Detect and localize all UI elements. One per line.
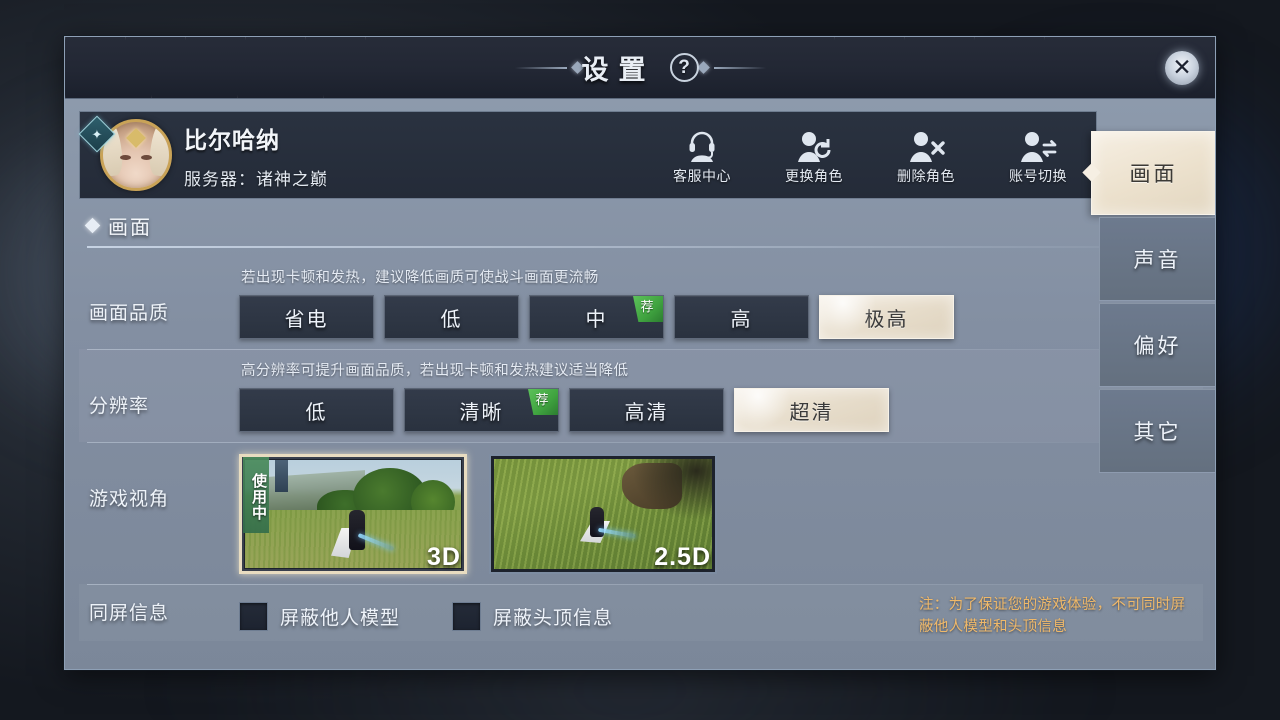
server-name: 服务器：诸神之巅 (184, 165, 328, 190)
checkbox-box[interactable] (452, 602, 481, 631)
character-name: 比尔哈纳 (184, 121, 328, 155)
option-resolution-3[interactable]: 超清 (734, 388, 889, 432)
close-icon: ✕ (1172, 56, 1191, 79)
option-label: 极高 (865, 303, 909, 332)
checkbox-hide-others-model[interactable]: 屏蔽他人模型 (239, 602, 400, 631)
option-label: 低 (441, 303, 463, 332)
settings-rows: 画面品质 若出现卡顿和发热，建议降低画质可使战斗画面更流畅 省电 低 中 荐 (79, 256, 1203, 641)
option-quality-2[interactable]: 中 荐 (529, 295, 664, 339)
graphics-quality-options: 省电 低 中 荐 高 极高 (239, 295, 1203, 339)
in-use-ribbon: 使用中 (243, 457, 269, 533)
game-view-label: 游戏视角 (89, 442, 239, 511)
option-label: 超清 (790, 396, 834, 425)
row-resolution: 分辨率 高分辨率可提升画面品质，若出现卡顿和发热建议适当降低 低 清晰 荐 高清 (79, 349, 1203, 442)
account-panel: ✦ 比尔哈纳 服务器：诸神之巅 (79, 111, 1097, 199)
game-view-tag-25d: 2.5D (654, 543, 711, 572)
checkbox-label: 屏蔽头顶信息 (493, 603, 613, 630)
person-swap-icon (996, 124, 1080, 162)
graphics-quality-label: 画面品质 (89, 256, 239, 325)
person-delete-icon (884, 124, 968, 162)
graphics-quality-hint: 若出现卡顿和发热，建议降低画质可使战斗画面更流畅 (241, 266, 1203, 287)
checkbox-hide-overhead-info[interactable]: 屏蔽头顶信息 (452, 602, 613, 631)
game-view-option-25d[interactable]: 2.5D (489, 454, 717, 574)
section-divider (87, 246, 1197, 248)
tab-label: 其它 (1134, 416, 1182, 446)
delete-character-button[interactable]: 删除角色 (884, 124, 968, 186)
resolution-hint: 高分辨率可提升画面品质，若出现卡顿和发热建议适当降低 (241, 359, 1203, 380)
section-header: 画面 (87, 211, 1203, 240)
tab-sound[interactable]: 声音 (1099, 217, 1215, 301)
resolution-label: 分辨率 (89, 349, 239, 418)
row-game-view: 游戏视角 使用中 (79, 442, 1203, 584)
tab-display[interactable]: 画面 (1091, 131, 1215, 215)
change-character-button[interactable]: 更换角色 (772, 124, 856, 186)
option-quality-4[interactable]: 极高 (819, 295, 954, 339)
settings-dialog: 设置 ? ✕ ✦ 比尔哈纳 服务器：诸神之巅 (64, 36, 1216, 670)
option-resolution-1[interactable]: 清晰 荐 (404, 388, 559, 432)
close-button[interactable]: ✕ (1163, 49, 1201, 87)
tab-label: 偏好 (1134, 330, 1182, 360)
title-decoration-left (515, 63, 582, 72)
option-quality-1[interactable]: 低 (384, 295, 519, 339)
customer-service-button[interactable]: 客服中心 (660, 124, 744, 186)
dialog-body: ✦ 比尔哈纳 服务器：诸神之巅 (65, 99, 1215, 670)
account-actions: 客服中心 更换角色 (660, 124, 1096, 186)
tab-label: 画面 (1130, 158, 1178, 188)
tab-preferences[interactable]: 偏好 (1099, 303, 1215, 387)
section-title: 画面 (108, 211, 152, 240)
option-label: 清晰 (460, 396, 504, 425)
checkbox-box[interactable] (239, 602, 268, 631)
row-graphics-quality: 画面品质 若出现卡顿和发热，建议降低画质可使战斗画面更流畅 省电 低 中 荐 (79, 256, 1203, 349)
diamond-bullet-icon (85, 218, 101, 234)
title-decoration-right (699, 63, 766, 72)
resolution-options: 低 清晰 荐 高清 超清 (239, 388, 1203, 432)
switch-account-button[interactable]: 账号切换 (996, 124, 1080, 186)
tab-other[interactable]: 其它 (1099, 389, 1215, 473)
same-screen-info-label: 同屏信息 (89, 584, 239, 625)
customer-service-label: 客服中心 (660, 166, 744, 186)
option-label: 高清 (625, 396, 669, 425)
delete-character-label: 删除角色 (884, 166, 968, 186)
dialog-titlebar: 设置 ? ✕ (65, 37, 1215, 99)
switch-account-label: 账号切换 (996, 166, 1080, 186)
change-character-label: 更换角色 (772, 166, 856, 186)
option-label: 低 (306, 396, 328, 425)
account-info: 比尔哈纳 服务器：诸神之巅 (176, 121, 328, 190)
option-quality-3[interactable]: 高 (674, 295, 809, 339)
row-same-screen-info: 同屏信息 屏蔽他人模型 屏蔽头顶信息 注：为了保证您的游戏体验，不可同时屏蔽他人… (79, 584, 1203, 641)
person-refresh-icon (772, 124, 856, 162)
option-label: 省电 (285, 303, 329, 332)
avatar-container: ✦ (80, 111, 176, 199)
same-screen-note: 注：为了保证您的游戏体验，不可同时屏蔽他人模型和头顶信息 (919, 594, 1189, 638)
checkbox-label: 屏蔽他人模型 (280, 603, 400, 630)
settings-tabs: 画面 声音 偏好 其它 (1099, 129, 1215, 473)
tab-label: 声音 (1134, 244, 1182, 274)
option-quality-0[interactable]: 省电 (239, 295, 374, 339)
game-view-option-3d[interactable]: 使用中 3D (239, 454, 467, 574)
option-label: 高 (731, 303, 753, 332)
game-view-tag-3d: 3D (427, 543, 461, 572)
option-label: 中 (586, 303, 608, 332)
recommended-badge: 荐 (528, 389, 558, 415)
headset-support-icon (660, 124, 744, 162)
recommended-badge: 荐 (633, 296, 663, 322)
game-view-options: 使用中 3D 2.5D (239, 448, 1203, 574)
option-resolution-2[interactable]: 高清 (569, 388, 724, 432)
help-icon[interactable]: ? (670, 53, 699, 82)
option-resolution-0[interactable]: 低 (239, 388, 394, 432)
page-title: 设置 (582, 48, 656, 87)
